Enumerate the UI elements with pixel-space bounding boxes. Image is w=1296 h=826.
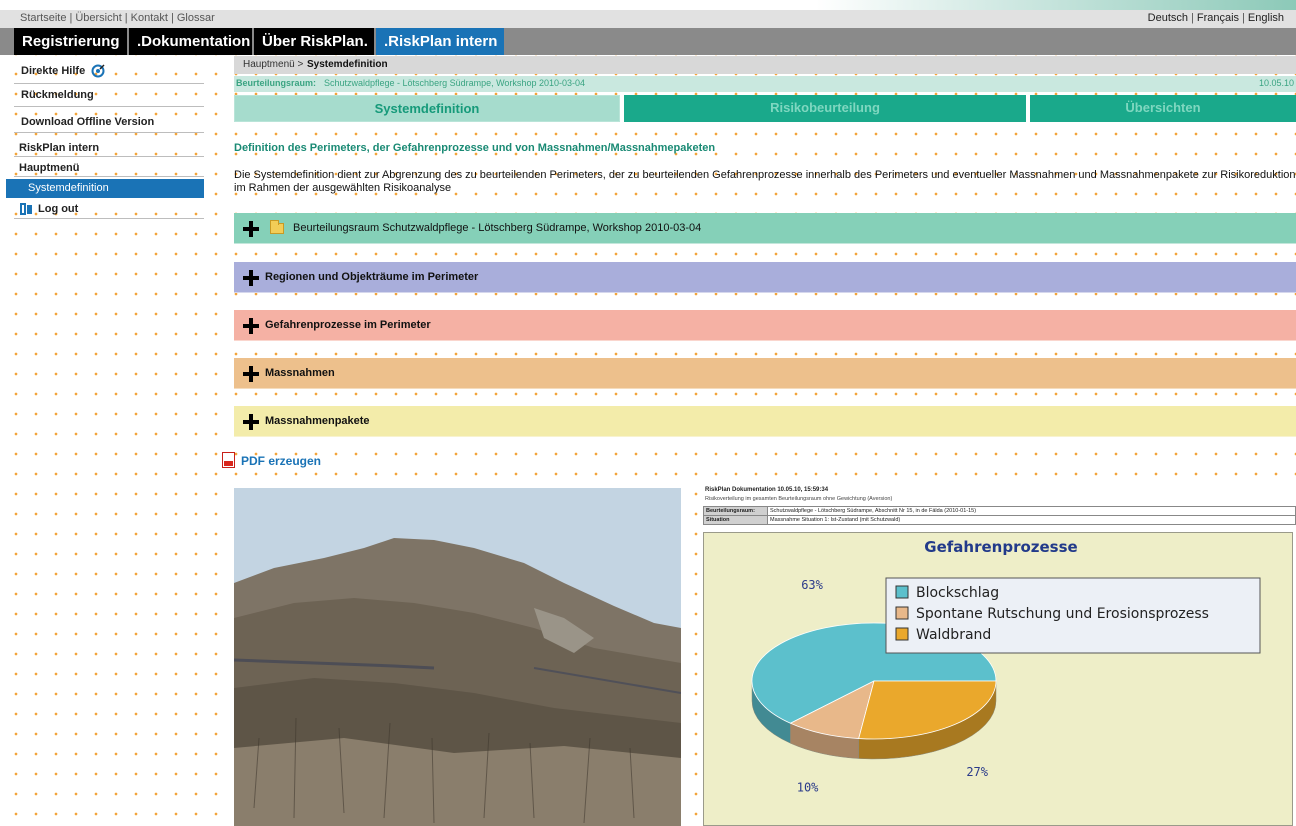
download-offline-link[interactable]: Download Offline Version xyxy=(14,111,204,133)
breadcrumb: Hauptmenü > Systemdefinition xyxy=(234,56,1296,74)
lang-francais[interactable]: Français xyxy=(1197,12,1239,24)
section-label: Beurteilungsraum Schutzwaldpflege - Löts… xyxy=(293,222,702,234)
page-heading: Definition des Perimeters, der Gefahrenp… xyxy=(234,142,716,154)
report-table: Beurteilungsraum: Schutzwaldpflege - Löt… xyxy=(703,506,1296,525)
report-row-key: Situation xyxy=(703,515,768,525)
tab-risikobeurteilung[interactable]: Risikobeurteilung xyxy=(624,95,1026,122)
nav-dokumentation[interactable]: .Dokumentation . xyxy=(129,28,252,77)
logout-icon xyxy=(20,202,34,219)
logout-label: Log out xyxy=(38,203,79,215)
legend-entry: Spontane Rutschung und Erosionsprozess xyxy=(916,606,1209,622)
sidebar-section-label: RiskPlan intern xyxy=(19,142,100,154)
header-banner xyxy=(816,0,1296,10)
pie-data-label: 63% xyxy=(801,578,823,592)
intro-text: Die Systemdefinition dient zur Abgrenzun… xyxy=(234,169,1296,194)
report-row-value: Schutzwaldpflege - Lötschberg Südrampe, … xyxy=(767,506,1296,516)
link-glossar[interactable]: Glossar xyxy=(177,12,215,24)
chart-title: Gefahrenprozesse xyxy=(924,538,1077,556)
download-offline-label: Download Offline Version xyxy=(21,116,155,128)
sidebar-section-riskplan-intern[interactable]: RiskPlan intern xyxy=(14,139,204,157)
section-label: Regionen und Objekträume im Perimeter xyxy=(265,271,479,283)
breadcrumb-current: Systemdefinition xyxy=(307,59,388,70)
tab-uebersichten[interactable]: Übersichten xyxy=(1030,95,1296,122)
breadcrumb-parent[interactable]: Hauptmenü > xyxy=(243,59,303,70)
direct-help-link[interactable]: Direkte Hilfe xyxy=(14,60,204,84)
expand-plus-icon[interactable] xyxy=(243,318,259,334)
link-kontakt[interactable]: Kontakt xyxy=(131,12,168,24)
table-row: Beurteilungsraum: Schutzwaldpflege - Löt… xyxy=(703,506,1296,516)
section-beurteilungsraum[interactable]: Beurteilungsraum Schutzwaldpflege - Löts… xyxy=(234,213,1296,244)
direct-help-label: Direkte Hilfe xyxy=(21,65,86,77)
legend-entry: Blockschlag xyxy=(916,585,999,601)
sidebar-selected-label: Systemdefinition xyxy=(28,182,109,194)
main-nav: Registrierung .Dokumentation . Über Risk… xyxy=(0,28,1296,77)
link-startseite[interactable]: Startseite xyxy=(20,12,66,24)
top-links: Startseite | Übersicht | Kontakt | Glossar xyxy=(20,12,215,24)
language-switcher: Deutsch | Français | English xyxy=(1147,12,1284,24)
report-title: RiskPlan Dokumentation 10.05.10, 15:59:3… xyxy=(705,487,829,493)
sidebar-menu-label: Hauptmenü xyxy=(19,162,80,174)
help-target-icon xyxy=(91,64,105,81)
evaluation-label: Beurteilungsraum: xyxy=(236,78,317,88)
report-row-key: Beurteilungsraum: xyxy=(703,506,768,516)
pie-data-label: 10% xyxy=(797,780,819,794)
section-massnahmenpakete[interactable]: Massnahmenpakete xyxy=(234,406,1296,437)
evaluation-date: 10.05.10 xyxy=(1258,78,1294,88)
pdf-export-label: PDF erzeugen xyxy=(241,454,322,468)
section-gefahrenprozesse[interactable]: Gefahrenprozesse im Perimeter xyxy=(234,310,1296,341)
pie-chart-panel: Gefahrenprozesse 63% 10% 27% Blockschlag Sp… xyxy=(703,532,1293,826)
section-regionen[interactable]: Regionen und Objekträume im Perimeter xyxy=(234,262,1296,293)
sidebar-item-hauptmenue[interactable]: Hauptmenü xyxy=(14,159,204,177)
evaluation-value: Schutzwaldpflege - Lötschberg Südrampe, … xyxy=(324,78,585,88)
lang-deutsch[interactable]: Deutsch xyxy=(1148,12,1188,24)
nav-riskplan-intern[interactable]: .RiskPlan intern xyxy=(376,28,504,55)
feedback-link[interactable]: Rückmeldung xyxy=(14,86,204,107)
expand-plus-icon[interactable] xyxy=(243,221,259,237)
pdf-icon xyxy=(222,452,235,468)
link-uebersicht[interactable]: Übersicht xyxy=(75,12,121,24)
expand-plus-icon[interactable] xyxy=(243,414,259,430)
nav-ueber-riskplan[interactable]: Über RiskPlan. xyxy=(254,28,374,55)
logout-link[interactable]: Log out xyxy=(14,200,204,219)
report-subtitle: Risikoverteilung im gesamten Beurteilung… xyxy=(705,496,893,502)
section-massnahmen[interactable]: Massnahmen xyxy=(234,358,1296,389)
evaluation-bar: Beurteilungsraum: Schutzwaldpflege - Löt… xyxy=(234,76,1296,92)
report-row-value: Massnahme Situation 1: Ist-Zustand (mit … xyxy=(767,515,1296,525)
top-link-bar: Startseite | Übersicht | Kontakt | Glossar Deu… xyxy=(0,10,1296,28)
legend-swatch xyxy=(895,585,909,599)
folder-icon xyxy=(270,220,284,234)
lang-english[interactable]: English xyxy=(1248,12,1284,24)
section-label: Gefahrenprozesse im Perimeter xyxy=(265,319,431,331)
section-label: Massnahmen xyxy=(265,367,335,379)
table-row: Situation Massnahme Situation 1: Ist-Zus… xyxy=(703,515,1296,525)
expand-plus-icon[interactable] xyxy=(243,366,259,382)
tab-systemdefinition[interactable]: Systemdefinition xyxy=(234,95,620,122)
nav-registrierung[interactable]: Registrierung xyxy=(14,28,127,55)
pie-chart: Gefahrenprozesse 63% 10% 27% Blockschlag Sp… xyxy=(751,538,1261,794)
hillside-forest-photo xyxy=(234,488,681,826)
legend-entry: Waldbrand xyxy=(916,627,991,643)
legend-swatch xyxy=(895,627,909,641)
expand-plus-icon[interactable] xyxy=(243,270,259,286)
sidebar-item-systemdefinition[interactable]: Systemdefinition xyxy=(6,179,204,198)
feedback-label: Rückmeldung xyxy=(21,89,94,101)
section-label: Massnahmenpakete xyxy=(265,415,370,427)
legend-swatch xyxy=(895,606,909,620)
pie-data-label: 27% xyxy=(966,765,988,779)
